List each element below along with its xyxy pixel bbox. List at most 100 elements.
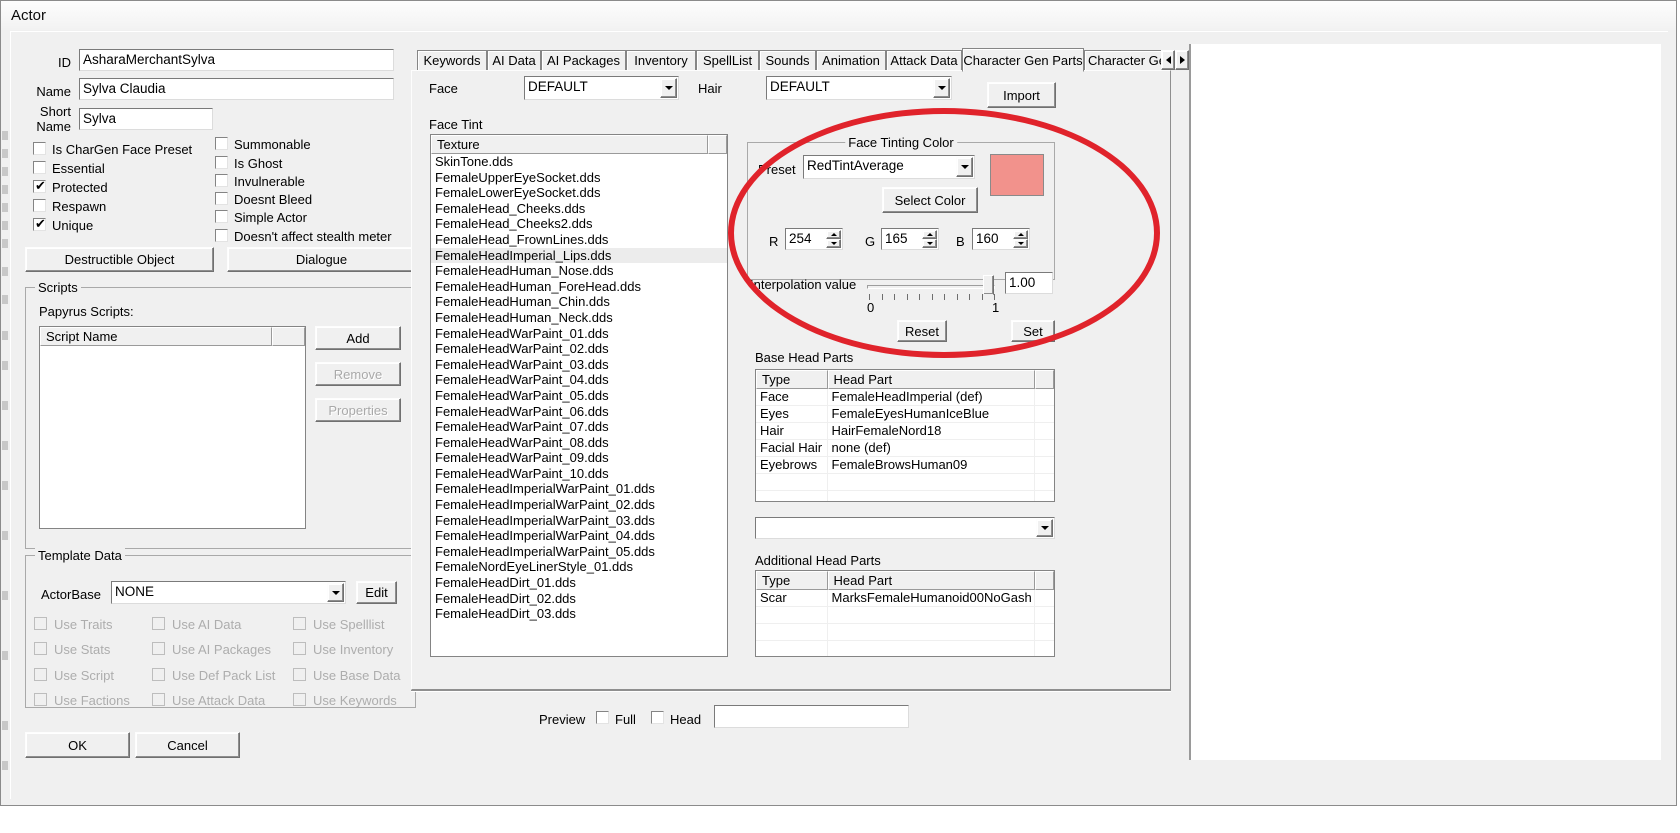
r-spinner-arrows[interactable] — [826, 230, 841, 248]
interpolation-slider-thumb[interactable] — [983, 275, 994, 295]
tab-spelllist[interactable]: SpellList — [696, 50, 759, 70]
texture-list-body[interactable]: SkinTone.dds FemaleUpperEyeSocket.dds Fema… — [431, 154, 727, 622]
texture-list-item[interactable]: FemaleHeadHuman_Neck.dds — [431, 310, 727, 326]
dialogue-button[interactable]: Dialogue — [227, 247, 416, 272]
texture-list-item[interactable]: FemaleHeadImperialWarPaint_05.dds — [431, 544, 727, 560]
checkbox-is-ghost[interactable] — [215, 156, 228, 169]
texture-list-item[interactable]: FemaleUpperEyeSocket.dds — [431, 170, 727, 186]
checkbox-simple-actor[interactable] — [215, 210, 228, 223]
texture-list-item[interactable]: FemaleHeadHuman_Chin.dds — [431, 294, 727, 310]
texture-list-item[interactable]: FemaleHeadDirt_03.dds — [431, 606, 727, 622]
import-button[interactable]: Import — [987, 82, 1056, 108]
g-spinner[interactable]: 165 — [881, 228, 939, 250]
id-field[interactable]: AsharaMerchantSylva — [79, 49, 394, 71]
base-head-parts-body[interactable]: Face FemaleHeadImperial (def) Eyes FemaleEy… — [756, 389, 1054, 501]
texture-list-item[interactable]: FemaleHeadImperialWarPaint_02.dds — [431, 497, 727, 513]
name-field[interactable]: Sylva Claudia — [79, 78, 394, 100]
texture-list-item[interactable]: FemaleHeadDirt_02.dds — [431, 591, 727, 607]
tab-character-gen-morphs[interactable]: Character Ge — [1084, 50, 1170, 70]
hair-combo[interactable]: DEFAULT — [766, 76, 952, 100]
base-head-parts-table[interactable]: Type Head Part Face FemaleHeadImperial (d… — [755, 369, 1055, 502]
r-spinner[interactable]: 254 — [785, 228, 843, 250]
tab-inventory[interactable]: Inventory — [626, 50, 696, 70]
tab-attack-data[interactable]: Attack Data — [886, 50, 962, 70]
interpolation-reset-button[interactable]: Reset — [897, 320, 947, 342]
base-head-parts-row[interactable]: Facial Hair none (def) — [756, 440, 1054, 457]
texture-list-item[interactable]: FemaleHeadWarPaint_06.dds — [431, 404, 727, 420]
tab-animation[interactable]: Animation — [816, 50, 886, 70]
ok-button[interactable]: OK — [25, 732, 130, 758]
chevron-down-icon[interactable] — [1036, 519, 1053, 537]
script-list[interactable]: Script Name — [39, 326, 306, 529]
texture-list-item[interactable]: FemaleLowerEyeSocket.dds — [431, 185, 727, 201]
texture-list-item[interactable]: FemaleHeadWarPaint_03.dds — [431, 357, 727, 373]
g-spinner-arrows[interactable] — [922, 230, 937, 248]
preset-combo[interactable]: RedTintAverage — [803, 155, 975, 179]
checkbox-respawn[interactable] — [33, 199, 46, 212]
tab-ai-packages[interactable]: AI Packages — [541, 50, 626, 70]
checkbox-preview-head[interactable] — [651, 711, 664, 724]
texture-list-item[interactable]: FemaleHeadHuman_ForeHead.dds — [431, 279, 727, 295]
chevron-down-icon[interactable] — [933, 78, 950, 98]
short-name-field[interactable]: Sylva — [79, 108, 213, 130]
additional-head-parts-row[interactable]: Scar MarksFemaleHumanoid00NoGash — [756, 590, 1054, 607]
tab-character-gen-parts[interactable]: Character Gen Parts — [962, 48, 1084, 72]
base-head-parts-row[interactable]: Hair HairFemaleNord18 — [756, 423, 1054, 440]
b-spinner-arrows[interactable] — [1013, 230, 1028, 248]
tab-keywords[interactable]: Keywords — [417, 50, 487, 70]
head-part-selector-combo[interactable] — [755, 517, 1055, 539]
checkbox-doesnt-bleed[interactable] — [215, 192, 228, 205]
cancel-button[interactable]: Cancel — [135, 732, 240, 758]
base-head-parts-row[interactable]: Eyes FemaleEyesHumanIceBlue — [756, 406, 1054, 423]
chevron-down-icon[interactable] — [956, 157, 973, 177]
texture-list-item[interactable]: FemaleHeadWarPaint_10.dds — [431, 466, 727, 482]
interpolation-value-field[interactable]: 1.00 — [1005, 272, 1053, 294]
checkbox-preview-full[interactable] — [596, 711, 609, 724]
checkbox-invulnerable[interactable] — [215, 174, 228, 187]
tab-sounds[interactable]: Sounds — [759, 50, 816, 70]
actorbase-edit-button[interactable]: Edit — [356, 581, 397, 604]
tab-scroll-left-button[interactable] — [1161, 50, 1175, 70]
texture-list-item[interactable]: FemaleHead_Cheeks2.dds — [431, 216, 727, 232]
checkbox-unique[interactable]: ✔ — [33, 217, 46, 231]
destructible-object-button[interactable]: Destructible Object — [25, 247, 214, 272]
texture-list-item[interactable]: FemaleHead_Cheeks.dds — [431, 201, 727, 217]
interpolation-set-button[interactable]: Set — [1011, 320, 1055, 342]
script-add-button[interactable]: Add — [315, 326, 401, 350]
texture-list-item[interactable]: FemaleHeadImperialWarPaint_04.dds — [431, 528, 727, 544]
texture-list-item[interactable]: FemaleHeadImperialWarPaint_03.dds — [431, 513, 727, 529]
texture-list-item[interactable]: FemaleHeadWarPaint_04.dds — [431, 372, 727, 388]
b-spinner[interactable]: 160 — [972, 228, 1030, 250]
additional-head-parts-body[interactable]: Scar MarksFemaleHumanoid00NoGash — [756, 590, 1054, 656]
texture-list-item[interactable]: FemaleHeadDirt_01.dds — [431, 575, 727, 591]
texture-list-item[interactable]: FemaleHeadHuman_Nose.dds — [431, 263, 727, 279]
texture-list-item[interactable]: FemaleHeadWarPaint_08.dds — [431, 435, 727, 451]
texture-list-item[interactable]: SkinTone.dds — [431, 154, 727, 170]
face-combo[interactable]: DEFAULT — [524, 76, 679, 100]
checkbox-doesnt-affect-stealth-meter[interactable] — [215, 229, 228, 242]
texture-list-item[interactable]: FemaleHeadWarPaint_05.dds — [431, 388, 727, 404]
checkbox-is-chargen-face-preset[interactable] — [33, 142, 46, 155]
chevron-down-icon[interactable] — [660, 78, 677, 98]
base-head-parts-row[interactable]: Eyebrows FemaleBrowsHuman09 — [756, 457, 1054, 474]
texture-list[interactable]: Texture SkinTone.dds FemaleUpperEyeSocket… — [430, 134, 728, 657]
texture-list-item[interactable]: FemaleHeadWarPaint_01.dds — [431, 326, 727, 342]
checkbox-summonable[interactable] — [215, 137, 228, 150]
checkbox-protected[interactable]: ✔ — [33, 179, 46, 193]
additional-head-parts-table[interactable]: Type Head Part Scar MarksFemaleHumanoid00… — [755, 570, 1055, 657]
texture-list-item[interactable]: FemaleNordEyeLinerStyle_01.dds — [431, 559, 727, 575]
actorbase-combo[interactable]: NONE — [111, 581, 346, 604]
tab-ai-data[interactable]: AI Data — [487, 50, 541, 70]
preview-field[interactable] — [714, 705, 909, 728]
interpolation-slider-track[interactable] — [867, 285, 995, 289]
texture-list-item[interactable]: FemaleHeadWarPaint_09.dds — [431, 450, 727, 466]
texture-list-item[interactable]: FemaleHeadImperialWarPaint_01.dds — [431, 481, 727, 497]
tab-scroll-right-button[interactable] — [1175, 50, 1189, 70]
texture-list-item[interactable]: FemaleHeadWarPaint_02.dds — [431, 341, 727, 357]
select-color-button[interactable]: Select Color — [882, 187, 978, 213]
texture-list-item[interactable]: FemaleHead_FrownLines.dds — [431, 232, 727, 248]
checkbox-essential[interactable] — [33, 161, 46, 174]
texture-list-item[interactable]: FemaleHeadImperial_Lips.dds — [431, 247, 727, 264]
chevron-down-icon[interactable] — [327, 583, 344, 602]
base-head-parts-row[interactable]: Face FemaleHeadImperial (def) — [756, 389, 1054, 406]
